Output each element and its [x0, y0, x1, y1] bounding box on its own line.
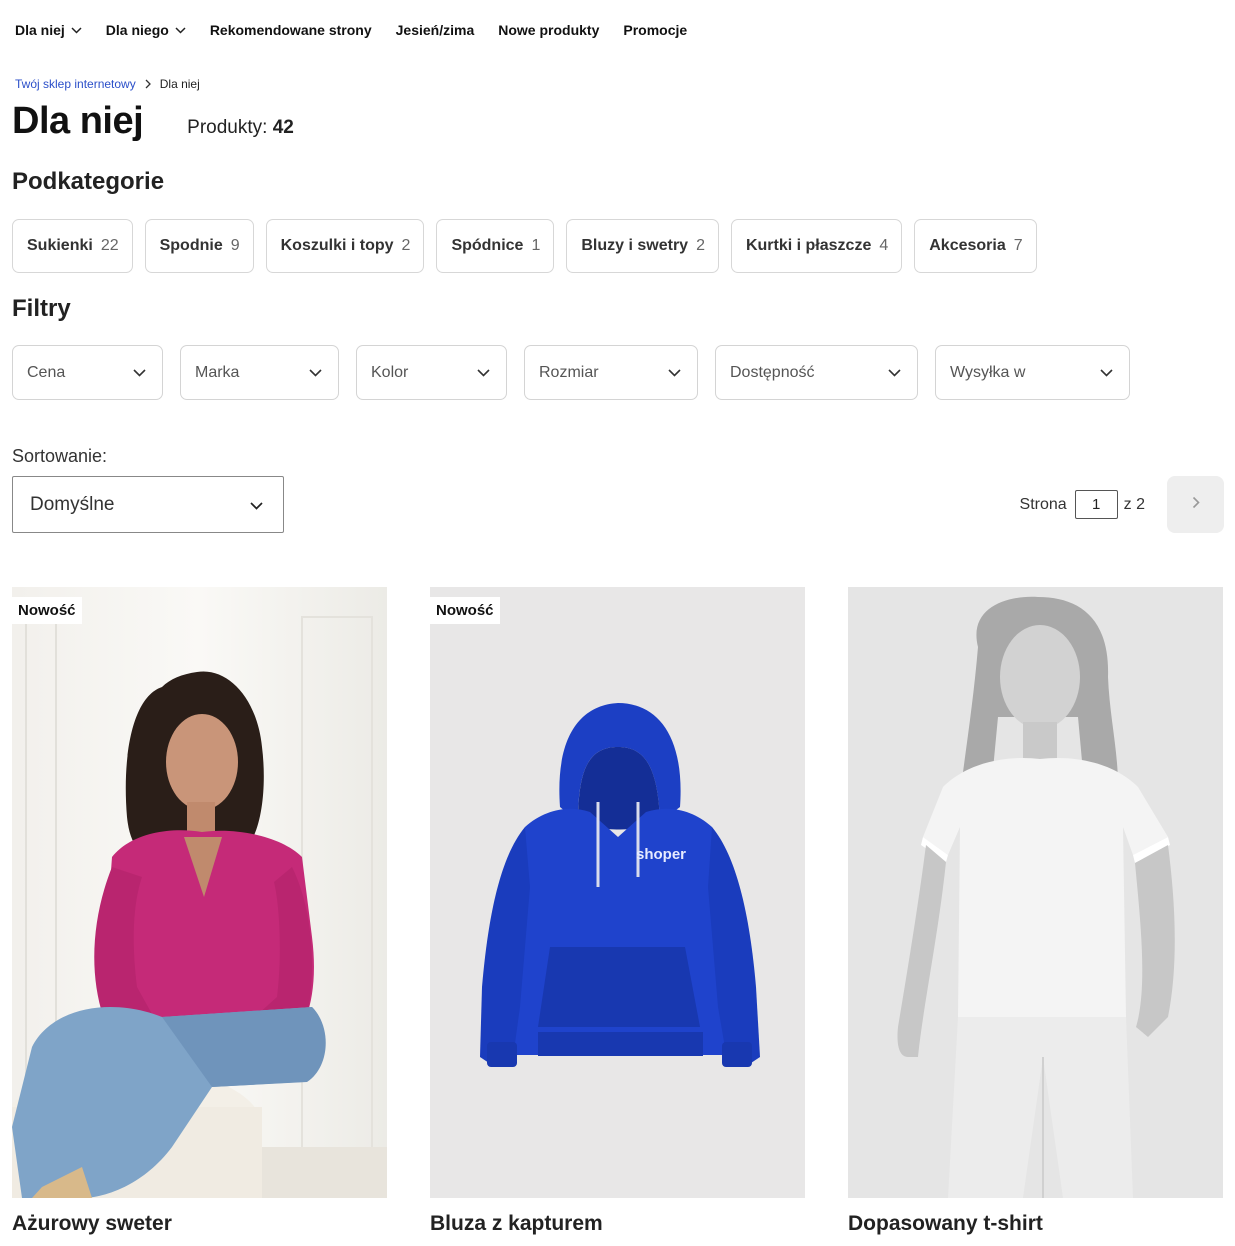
chip-count: 22 — [100, 237, 119, 254]
product-badge-new: Nowość — [12, 597, 82, 624]
nav-item-label: Rekomendowane strony — [209, 22, 372, 38]
filter-dropdown-kolor[interactable]: Kolor — [356, 345, 507, 400]
nav-item-nowe-produkty[interactable]: Nowe produkty — [498, 18, 599, 42]
filter-label: Wysyłka w — [950, 363, 1026, 381]
product-grid: Nowość Ażurowy sweter shoper Nowość Bluz… — [12, 587, 1223, 1236]
product-name[interactable]: Dopasowany t-shirt — [848, 1212, 1223, 1236]
filter-label: Kolor — [371, 363, 409, 381]
subcategory-chip-bluzy[interactable]: Bluzy i swetry 2 — [566, 219, 719, 273]
nav-item-label: Dla niego — [105, 22, 169, 38]
chip-label: Kurtki i płaszcze — [745, 237, 872, 254]
breadcrumb-home-link[interactable]: Twój sklep internetowy — [15, 77, 136, 91]
filter-label: Rozmiar — [539, 363, 599, 381]
chevron-right-icon — [1192, 496, 1200, 514]
nav-item-jesien-zima[interactable]: Jesień/zima — [396, 18, 475, 42]
filter-dropdown-wysylka[interactable]: Wysyłka w — [935, 345, 1130, 400]
nav-item-label: Jesień/zima — [395, 22, 475, 38]
product-image[interactable] — [848, 587, 1223, 1198]
product-count-value: 42 — [272, 117, 294, 138]
nav-item-promocje[interactable]: Promocje — [623, 18, 687, 42]
page-title: Dla niej — [12, 100, 144, 142]
nav-item-label: Nowe produkty — [498, 22, 600, 38]
chevron-down-icon — [477, 364, 490, 382]
nav-item-dla-niego[interactable]: Dla niego — [106, 18, 186, 42]
chip-count: 1 — [531, 237, 541, 254]
breadcrumb-current: Dla niej — [159, 77, 200, 91]
chip-count: 2 — [401, 237, 411, 254]
chip-label: Spodnie — [159, 237, 223, 254]
product-photo-hoodie: shoper — [430, 587, 805, 1198]
product-count-label: Produkty: — [187, 117, 268, 138]
chevron-down-icon — [175, 26, 186, 34]
next-page-button[interactable] — [1167, 476, 1224, 533]
chip-count: 4 — [879, 237, 889, 254]
subcategory-chip-spodnice[interactable]: Spódnice 1 — [436, 219, 555, 273]
hoodie-print-text: shoper — [636, 846, 686, 863]
product-card[interactable]: shoper Nowość Bluza z kapturem — [430, 587, 805, 1236]
sort-select[interactable]: Domyślne — [12, 476, 284, 533]
breadcrumb: Twój sklep internetowy Dla niej — [15, 77, 200, 91]
subcategory-chip-spodnie[interactable]: Spodnie 9 — [144, 219, 254, 273]
pagination: Strona z 2 — [1020, 476, 1224, 533]
product-card[interactable]: Nowość Ażurowy sweter — [12, 587, 387, 1236]
product-name[interactable]: Ażurowy sweter — [12, 1212, 387, 1236]
chip-label: Bluzy i swetry — [581, 237, 689, 254]
chevron-down-icon — [71, 26, 82, 34]
product-photo-sweater — [12, 587, 387, 1198]
product-image[interactable]: shoper Nowość — [430, 587, 805, 1198]
chevron-down-icon — [668, 364, 681, 382]
subcategory-chip-sukienki[interactable]: Sukienki 22 — [12, 219, 133, 273]
product-photo-tshirt — [848, 587, 1223, 1198]
filter-label: Marka — [195, 363, 240, 381]
chevron-down-icon — [309, 364, 322, 382]
sort-selected-value: Domyślne — [30, 493, 115, 515]
chevron-down-icon — [1100, 364, 1113, 382]
chip-count: 7 — [1013, 237, 1023, 254]
chevron-right-icon — [145, 79, 151, 89]
filters-title: Filtry — [12, 295, 71, 322]
product-image[interactable]: Nowość — [12, 587, 387, 1198]
chip-label: Spódnice — [451, 237, 524, 254]
filter-dropdown-marka[interactable]: Marka — [180, 345, 339, 400]
product-card[interactable]: Dopasowany t-shirt — [848, 587, 1223, 1236]
chip-label: Koszulki i topy — [280, 237, 394, 254]
subcategories-title: Podkategorie — [12, 168, 165, 195]
pagination-label: Strona — [1019, 495, 1067, 513]
chip-count: 9 — [230, 237, 240, 254]
subcategory-list: Sukienki 22 Spodnie 9 Koszulki i topy 2 … — [12, 219, 1037, 273]
product-name[interactable]: Bluza z kapturem — [430, 1212, 805, 1236]
sort-label: Sortowanie: — [12, 446, 108, 466]
chip-label: Sukienki — [27, 237, 93, 254]
page-number-input[interactable] — [1074, 490, 1118, 519]
chevron-down-icon — [250, 494, 263, 516]
nav-item-label: Dla niej — [15, 22, 65, 38]
filter-dropdown-dostepnosc[interactable]: Dostępność — [715, 345, 918, 400]
chip-count: 2 — [696, 237, 705, 254]
chevron-down-icon — [888, 364, 901, 382]
nav-item-label: Promocje — [623, 22, 688, 38]
filter-list: Cena Marka Kolor Rozmiar Dostępność Wysy… — [12, 345, 1147, 400]
product-count: Produkty: 42 — [187, 117, 294, 139]
main-nav: Dla niej Dla niego Rekomendowane strony … — [15, 18, 711, 42]
filter-label: Dostępność — [730, 363, 815, 381]
subcategory-chip-kurtki[interactable]: Kurtki i płaszcze 4 — [730, 219, 903, 273]
nav-item-rekomendowane[interactable]: Rekomendowane strony — [210, 18, 372, 42]
chip-label: Akcesoria — [929, 237, 1006, 254]
nav-item-dla-niej[interactable]: Dla niej — [15, 18, 82, 42]
chevron-down-icon — [133, 364, 146, 382]
filter-label: Cena — [27, 363, 66, 381]
filter-dropdown-rozmiar[interactable]: Rozmiar — [524, 345, 698, 400]
product-badge-new: Nowość — [430, 597, 500, 624]
pagination-total: z 2 — [1123, 495, 1145, 513]
title-row: Dla niej Produkty: 42 — [12, 100, 294, 143]
subcategory-chip-akcesoria[interactable]: Akcesoria 7 — [914, 219, 1037, 273]
subcategory-chip-koszulki[interactable]: Koszulki i topy 2 — [265, 219, 425, 273]
filter-dropdown-cena[interactable]: Cena — [12, 345, 163, 400]
